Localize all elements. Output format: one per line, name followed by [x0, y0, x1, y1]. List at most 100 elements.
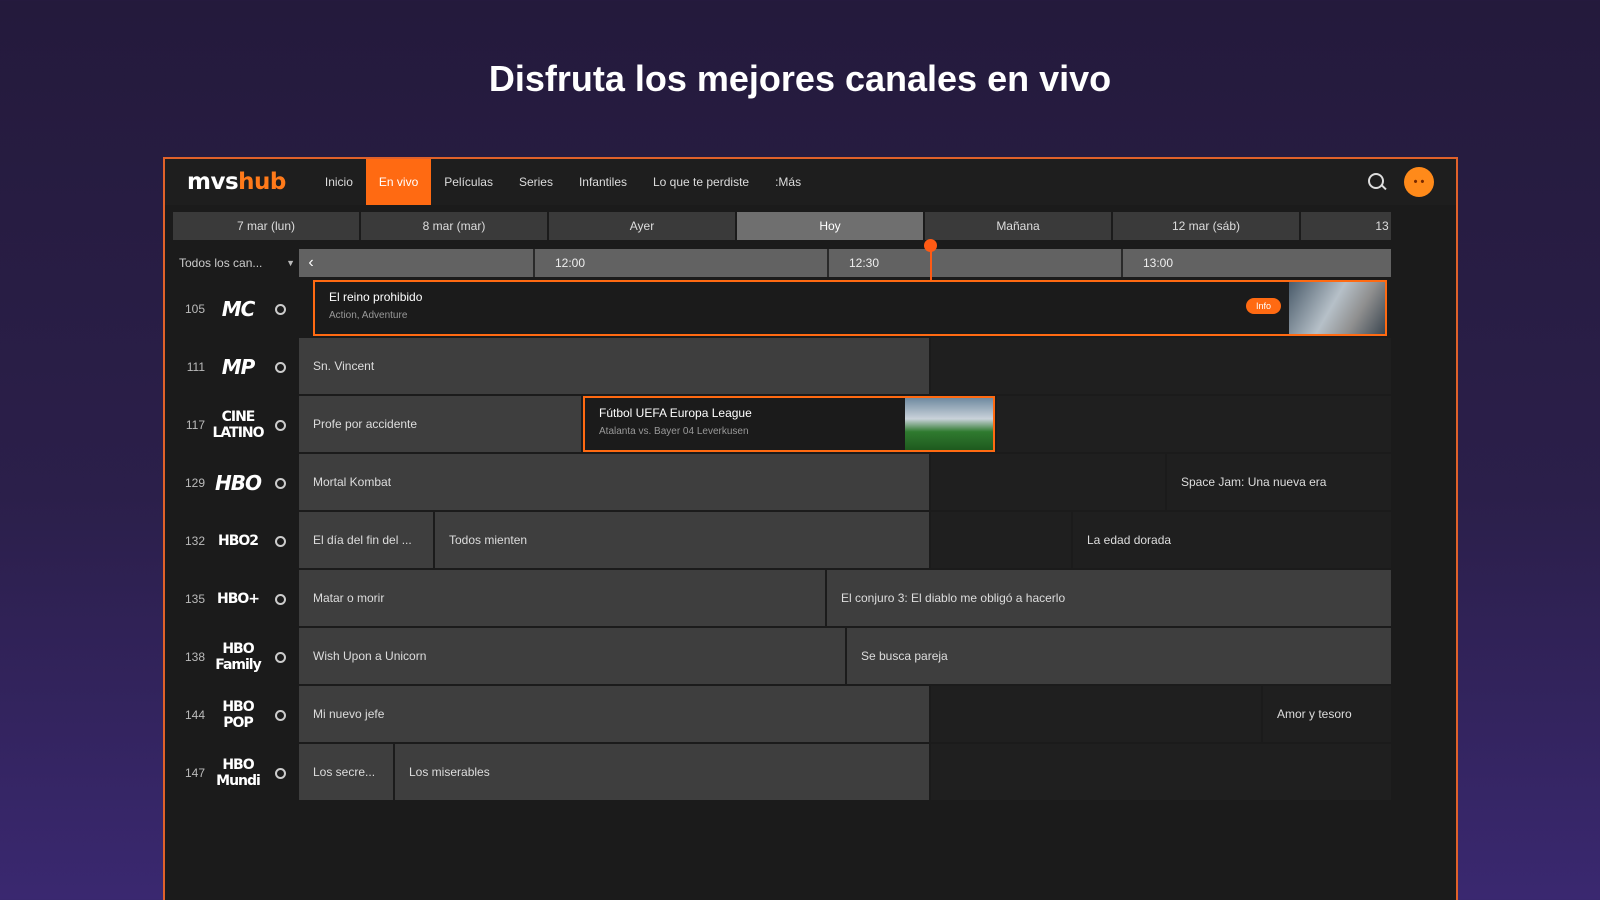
channel-number: 144: [184, 708, 205, 722]
channel-info: 132 HBO2: [165, 512, 299, 570]
channel-logo[interactable]: HBO+: [209, 591, 267, 607]
program-block[interactable]: Sn. Vincent: [299, 338, 929, 394]
channel-logo[interactable]: CINE LATINO: [209, 409, 267, 441]
info-button[interactable]: Info: [1245, 298, 1281, 314]
program-block-selected[interactable]: El reino prohibido Action, Adventure Inf…: [313, 280, 1387, 336]
program-block[interactable]: Wish Upon a Unicorn: [299, 628, 845, 684]
channel-info: 111 MP: [165, 338, 299, 396]
program-block[interactable]: Mi nuevo jefe: [299, 686, 929, 742]
channel-info: 147 HBO Mundi: [165, 744, 299, 802]
program-block-empty: [931, 512, 1071, 568]
user-avatar[interactable]: • •: [1404, 167, 1434, 197]
channel-number: 111: [186, 360, 205, 374]
record-icon[interactable]: [275, 419, 286, 431]
program-thumbnail: [905, 398, 993, 450]
channel-number: 138: [184, 650, 205, 664]
channel-info: 129 HBO: [165, 454, 299, 512]
program-block[interactable]: Amor y tesoro: [1263, 686, 1391, 742]
topbar-actions: • •: [1366, 167, 1434, 197]
time-tick: 13:00: [1121, 249, 1391, 277]
app-window: mvshub Inicio En vivo Películas Series I…: [163, 157, 1458, 900]
record-icon[interactable]: [275, 593, 286, 605]
date-selector: 7 mar (lun) 8 mar (mar) Ayer Hoy Mañana …: [173, 212, 1391, 240]
channel-info: 135 HBO+: [165, 570, 299, 628]
time-ruler: ‹ 12:00 12:30 13:00: [299, 249, 1391, 277]
channel-info: 105 MC: [165, 280, 299, 338]
record-icon[interactable]: [275, 303, 286, 315]
chevron-down-icon: ▼: [286, 258, 295, 268]
record-icon[interactable]: [275, 535, 286, 547]
program-block[interactable]: Todos mienten: [435, 512, 929, 568]
mvshub-logo[interactable]: mvshub: [187, 169, 286, 195]
program-block[interactable]: Mortal Kombat: [299, 454, 929, 510]
channel-number: 105: [184, 302, 205, 316]
channel-row: 147 HBO Mundi Los secre... Los miserable…: [165, 744, 1391, 802]
nav-item-series[interactable]: Series: [506, 159, 566, 205]
program-block[interactable]: La edad dorada: [1073, 512, 1391, 568]
program-block-empty: [931, 454, 1165, 510]
program-title: El reino prohibido: [329, 290, 423, 304]
program-genre: Action, Adventure: [329, 310, 408, 321]
channel-logo[interactable]: HBO Family: [209, 641, 267, 673]
program-block[interactable]: El día del fin del ...: [299, 512, 433, 568]
record-icon[interactable]: [275, 361, 286, 373]
time-tick: 12:00: [533, 249, 827, 277]
channel-row: 105 MC El reino prohibido Action, Advent…: [165, 280, 1391, 338]
nav-item-inicio[interactable]: Inicio: [312, 159, 366, 205]
channel-logo[interactable]: MC: [209, 297, 267, 321]
record-icon[interactable]: [275, 767, 286, 779]
date-tab-8-mar[interactable]: 8 mar (mar): [361, 212, 547, 240]
program-block[interactable]: Matar o morir: [299, 570, 825, 626]
program-block-empty: [931, 338, 1391, 394]
time-tick: 12:30: [827, 249, 1121, 277]
program-block-selected[interactable]: Fútbol UEFA Europa League Atalanta vs. B…: [583, 396, 995, 452]
channel-row: 144 HBO POP Mi nuevo jefe Amor y tesoro: [165, 686, 1391, 744]
channel-info: 117 CINE LATINO: [165, 396, 299, 454]
search-icon[interactable]: [1366, 171, 1388, 193]
record-icon[interactable]: [275, 477, 286, 489]
logo-text-mvs: mvs: [187, 169, 239, 195]
channel-number: 117: [185, 418, 205, 432]
channel-logo[interactable]: HBO Mundi: [209, 757, 267, 789]
channel-row: 132 HBO2 El día del fin del ... Todos mi…: [165, 512, 1391, 570]
channel-logo[interactable]: HBO: [209, 471, 267, 495]
channel-number: 132: [184, 534, 205, 548]
channel-row: 111 MP Sn. Vincent: [165, 338, 1391, 396]
program-block[interactable]: Profe por accidente: [299, 396, 581, 452]
program-block[interactable]: Los secre...: [299, 744, 393, 800]
nav-item-peliculas[interactable]: Películas: [431, 159, 506, 205]
date-tab-hoy[interactable]: Hoy: [737, 212, 923, 240]
nav-item-en-vivo[interactable]: En vivo: [365, 159, 432, 205]
channel-logo[interactable]: MP: [209, 355, 267, 379]
program-thumbnail: [1289, 282, 1385, 334]
main-nav: Inicio En vivo Películas Series Infantil…: [312, 159, 814, 205]
channel-logo[interactable]: HBO2: [209, 533, 267, 549]
top-navigation-bar: mvshub Inicio En vivo Películas Series I…: [165, 159, 1456, 205]
chevron-left-icon[interactable]: ‹: [299, 249, 323, 277]
date-tab-manana[interactable]: Mañana: [925, 212, 1111, 240]
channel-filter-dropdown[interactable]: Todos los can... ▼: [179, 251, 295, 275]
nav-item-lo-que-te-perdiste[interactable]: Lo que te perdiste: [640, 159, 762, 205]
program-block[interactable]: Se busca pareja: [847, 628, 1391, 684]
program-block[interactable]: Space Jam: Una nueva era: [1167, 454, 1391, 510]
channel-number: 135: [184, 592, 205, 606]
nav-item-infantiles[interactable]: Infantiles: [566, 159, 640, 205]
program-block[interactable]: El conjuro 3: El diablo me obligó a hace…: [827, 570, 1391, 626]
date-tab-13-mar[interactable]: 13 mar: [1301, 212, 1391, 240]
channel-row: 138 HBO Family Wish Upon a Unicorn Se bu…: [165, 628, 1391, 686]
date-tab-7-mar[interactable]: 7 mar (lun): [173, 212, 359, 240]
channel-info: 144 HBO POP: [165, 686, 299, 744]
record-icon[interactable]: [275, 651, 286, 663]
date-tab-ayer[interactable]: Ayer: [549, 212, 735, 240]
record-icon[interactable]: [275, 709, 286, 721]
channel-row: 135 HBO+ Matar o morir El conjuro 3: El …: [165, 570, 1391, 628]
program-block[interactable]: Los miserables: [395, 744, 929, 800]
current-time-marker: [924, 239, 937, 252]
channel-number: 147: [184, 766, 205, 780]
date-tab-12-mar[interactable]: 12 mar (sáb): [1113, 212, 1299, 240]
program-block-empty: [931, 686, 1261, 742]
channel-info: 138 HBO Family: [165, 628, 299, 686]
channel-filter-label: Todos los can...: [179, 256, 263, 270]
nav-item-mas[interactable]: :Más: [762, 159, 814, 205]
channel-logo[interactable]: HBO POP: [209, 699, 267, 731]
